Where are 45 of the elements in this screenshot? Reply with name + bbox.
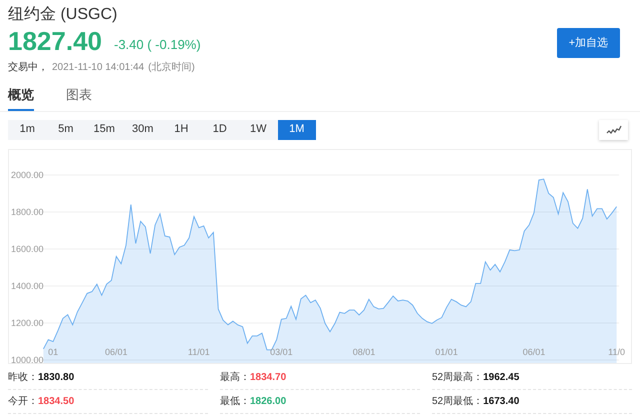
stat-value: 1673.40 xyxy=(483,394,520,408)
tab[interactable]: 概览 xyxy=(8,85,34,110)
stat-value: 1826.00 xyxy=(250,394,286,408)
y-axis-label: 1200.00 xyxy=(11,318,44,328)
period-tab[interactable]: 1m xyxy=(8,120,46,140)
period-tab[interactable]: 15m xyxy=(85,120,124,140)
period-tab[interactable]: 1H xyxy=(162,120,200,140)
price-change: -3.40 ( -0.19%) xyxy=(114,36,201,54)
x-axis-label: 06/01 xyxy=(105,346,128,356)
stat-label: 最低： xyxy=(220,394,250,408)
y-axis-label: 1000.00 xyxy=(11,354,44,362)
timestamp: 2021-11-10 14:01:44 xyxy=(52,61,144,75)
y-axis-label: 1400.00 xyxy=(11,280,44,290)
y-axis-label: 2000.00 xyxy=(11,170,44,180)
period-tab[interactable]: 1D xyxy=(200,120,239,140)
stat-value: 1834.70 xyxy=(250,370,286,384)
timezone-label: (北京时间) xyxy=(148,60,195,75)
x-axis-label: 01 xyxy=(48,346,58,356)
y-axis-label: 1800.00 xyxy=(11,206,44,216)
period-tab[interactable]: 5m xyxy=(46,120,85,140)
stat-value: 1830.80 xyxy=(38,370,74,384)
add-watchlist-button[interactable]: +加自选 xyxy=(557,28,620,58)
x-axis-label: 01/01 xyxy=(435,346,458,356)
x-axis-label: 11/0 xyxy=(608,346,625,356)
price-value: 1827.40 xyxy=(8,26,102,56)
stat-value: 1962.45 xyxy=(483,370,520,384)
stat-label: 今开： xyxy=(8,394,38,408)
period-tab[interactable]: 30m xyxy=(124,120,162,140)
x-axis-label: 06/01 xyxy=(522,346,546,356)
tab[interactable]: 图表 xyxy=(66,85,92,110)
stat-value: 1834.50 xyxy=(38,394,74,408)
stat-label: 最高： xyxy=(220,370,250,384)
period-tab[interactable]: 1W xyxy=(239,120,278,140)
line-chart-icon xyxy=(606,124,622,134)
x-axis-label: 08/01 xyxy=(352,346,376,356)
y-axis-label: 1600.00 xyxy=(11,244,44,254)
stat-label: 52周最高： xyxy=(432,370,484,384)
stat-label: 昨收： xyxy=(8,370,38,384)
trading-status: 交易中， xyxy=(8,60,48,75)
instrument-title: 纽约金 (USGC) xyxy=(8,5,118,25)
chart-type-button[interactable] xyxy=(599,120,628,140)
x-axis-label: 11/01 xyxy=(188,346,210,356)
stat-label: 52周最低： xyxy=(432,394,484,408)
period-tab[interactable]: 1M xyxy=(278,120,316,140)
x-axis-label: 03/01 xyxy=(270,346,293,356)
